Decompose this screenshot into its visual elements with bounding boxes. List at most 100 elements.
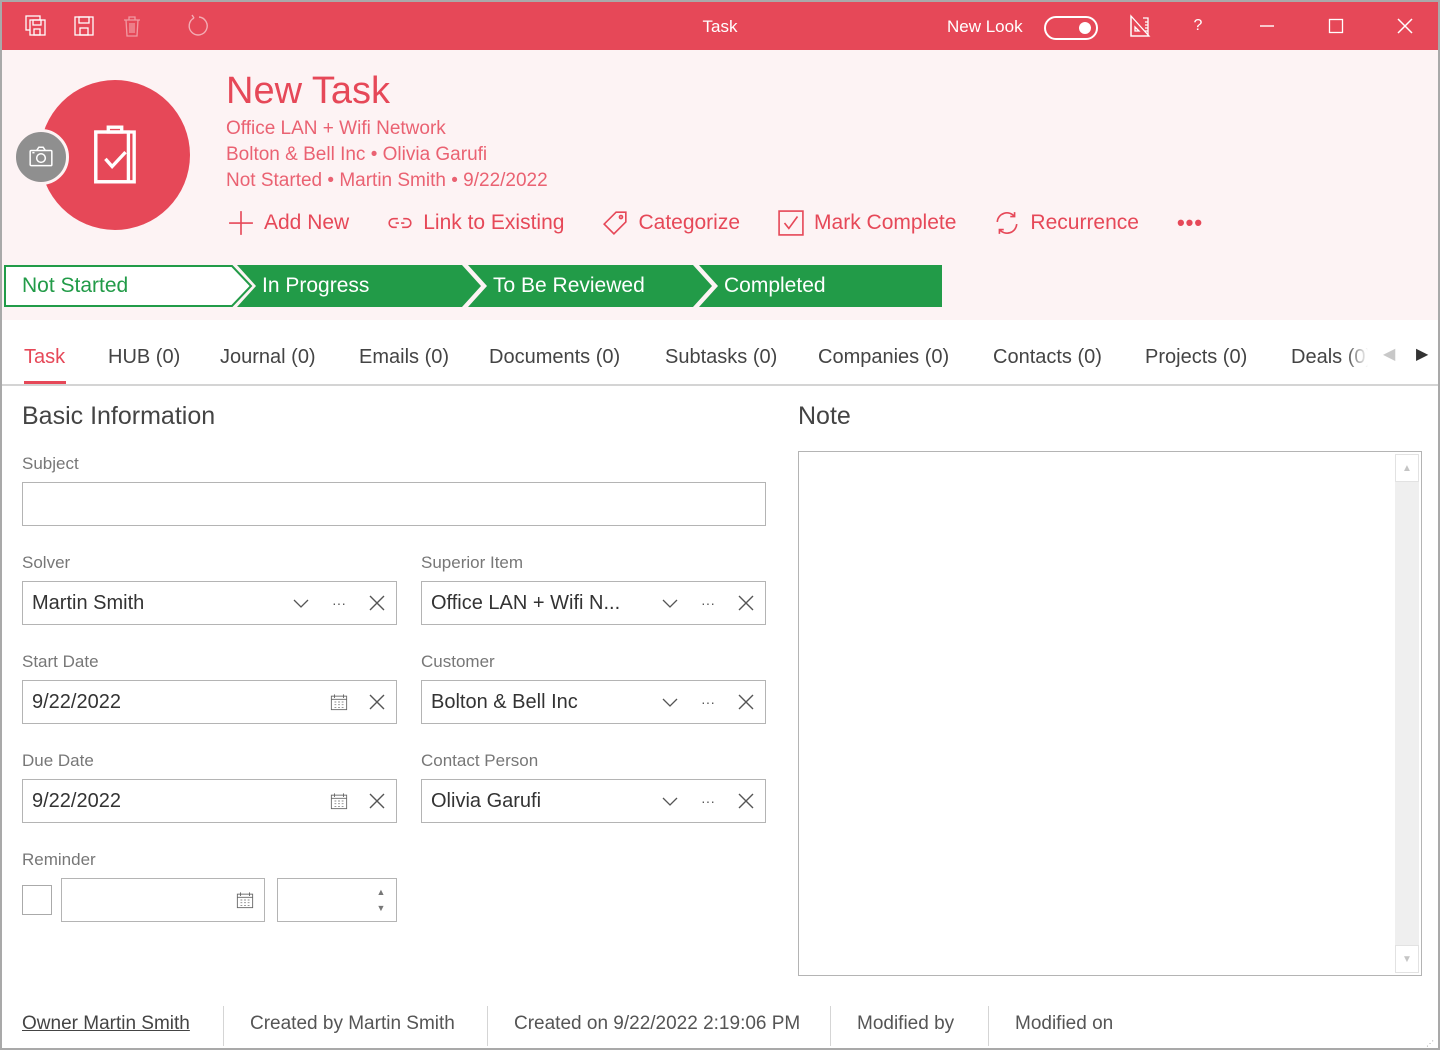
browse-ellipsis-icon[interactable]: ··· — [689, 582, 727, 624]
add-new-label: Add New — [264, 211, 350, 234]
contact-person-value: Olivia Garufi — [431, 789, 542, 812]
record-footer: Owner Martin Smith Created by Martin Smi… — [2, 1002, 1438, 1048]
task-window: Task New Look ? New Task Office LAN + Wi… — [0, 0, 1440, 1050]
chevron-down-icon[interactable] — [651, 681, 689, 723]
scroll-up-icon[interactable]: ▲ — [1395, 454, 1419, 482]
mark-complete-label: Mark Complete — [814, 211, 957, 234]
link-to-existing-button[interactable]: Link to Existing — [387, 210, 564, 236]
customer-label: Customer — [421, 652, 495, 671]
more-actions-button[interactable]: ••• — [1177, 210, 1203, 236]
new-look-toggle[interactable] — [1044, 16, 1098, 40]
refresh-icon[interactable] — [184, 12, 212, 40]
stage-completed[interactable]: Completed — [724, 265, 826, 307]
header-actions: Add New Link to Existing Categorize Mark… — [228, 210, 1203, 236]
superior-item-label: Superior Item — [421, 553, 524, 572]
footer-divider — [988, 1006, 989, 1046]
help-icon[interactable]: ? — [1178, 10, 1218, 42]
stepper-buttons: ▲ ▼ — [366, 884, 396, 916]
clear-icon[interactable] — [727, 780, 765, 822]
browse-ellipsis-icon[interactable]: ··· — [689, 681, 727, 723]
tag-icon — [603, 211, 628, 235]
solver-field[interactable]: Martin Smith ··· — [22, 581, 397, 625]
chevron-down-icon[interactable] — [282, 582, 320, 624]
scroll-down-icon[interactable]: ▼ — [1395, 945, 1419, 973]
ruler-triangle-icon[interactable] — [1120, 10, 1160, 42]
calendar-icon[interactable] — [320, 681, 358, 723]
owner-link[interactable]: Owner Martin Smith — [22, 1013, 190, 1035]
modified-on: Modified on — [1015, 1013, 1114, 1034]
due-date-value: 9/22/2022 — [32, 789, 121, 812]
record-header: New Task Office LAN + Wifi Network Bolto… — [2, 50, 1438, 320]
add-new-button[interactable]: Add New — [228, 210, 349, 236]
stage-not-started[interactable]: Not Started — [22, 265, 128, 307]
superior-item-field[interactable]: Office LAN + Wifi N... ··· — [421, 581, 766, 625]
created-on: Created on 9/22/2022 2:19:06 PM — [514, 1013, 801, 1034]
camera-icon — [29, 146, 53, 167]
calendar-icon[interactable] — [226, 879, 264, 921]
contact-person-field[interactable]: Olivia Garufi ··· — [421, 779, 766, 823]
customer-field[interactable]: Bolton & Bell Inc ··· — [421, 680, 766, 724]
project-link[interactable]: Office LAN + Wifi Network — [226, 118, 446, 140]
tab-projects[interactable]: Projects (0) — [1145, 346, 1247, 369]
tabs-scroll-left-icon[interactable]: ◀ — [1383, 344, 1395, 364]
tab-documents[interactable]: Documents (0) — [489, 346, 620, 369]
solver-label: Solver — [22, 553, 71, 572]
mark-complete-button[interactable]: Mark Complete — [778, 210, 956, 236]
stepper-down-icon[interactable]: ▼ — [377, 900, 386, 916]
recurrence-icon — [996, 212, 1018, 234]
tab-companies[interactable]: Companies (0) — [818, 346, 949, 369]
clear-icon[interactable] — [727, 582, 765, 624]
browse-ellipsis-icon[interactable]: ··· — [320, 582, 358, 624]
reminder-time-stepper[interactable]: ▲ ▼ — [277, 878, 397, 922]
tab-hub[interactable]: HUB (0) — [108, 346, 180, 369]
company-contact-line: Bolton & Bell Inc • Olivia Garufi — [226, 144, 488, 165]
calendar-icon[interactable] — [320, 780, 358, 822]
created-by: Created by Martin Smith — [250, 1013, 455, 1034]
tabs-scroll-right-icon[interactable]: ▶ — [1416, 344, 1428, 364]
maximize-icon[interactable] — [1316, 10, 1356, 42]
close-icon[interactable] — [1385, 10, 1425, 42]
resize-grip-icon[interactable]: ⋰ — [1426, 1039, 1434, 1048]
reminder-checkbox[interactable] — [22, 885, 52, 915]
due-date-field[interactable]: 9/22/2022 — [22, 779, 397, 823]
checkbox-icon — [778, 210, 804, 236]
categorize-label: Categorize — [638, 211, 741, 234]
title-bar: Task New Look ? — [2, 2, 1438, 50]
save-and-close-icon[interactable] — [22, 12, 50, 40]
clear-icon[interactable] — [727, 681, 765, 723]
plus-icon — [229, 211, 253, 235]
tab-emails[interactable]: Emails (0) — [359, 346, 449, 369]
recurrence-button[interactable]: Recurrence — [994, 210, 1139, 236]
subject-input[interactable] — [22, 482, 766, 526]
chevron-down-icon[interactable] — [651, 780, 689, 822]
change-photo-button[interactable] — [13, 129, 69, 185]
window-title: Task — [702, 17, 738, 36]
clear-icon[interactable] — [358, 780, 396, 822]
delete-icon[interactable] — [118, 12, 146, 40]
browse-ellipsis-icon[interactable]: ··· — [689, 780, 727, 822]
save-icon[interactable] — [70, 12, 98, 40]
tab-subtasks[interactable]: Subtasks (0) — [665, 346, 777, 369]
tab-journal[interactable]: Journal (0) — [220, 346, 316, 369]
tab-task[interactable]: Task — [24, 346, 65, 369]
clear-icon[interactable] — [358, 582, 396, 624]
new-look-label: New Look — [947, 17, 1023, 36]
start-date-field[interactable]: 9/22/2022 — [22, 680, 397, 724]
stage-in-progress[interactable]: In Progress — [262, 265, 369, 307]
tab-contacts[interactable]: Contacts (0) — [993, 346, 1102, 369]
stage-to-be-reviewed[interactable]: To Be Reviewed — [493, 265, 645, 307]
reminder-date-field[interactable] — [61, 878, 265, 922]
tab-fade — [1346, 320, 1368, 384]
note-textarea[interactable]: ▲ ▼ — [798, 451, 1422, 976]
clear-icon[interactable] — [358, 681, 396, 723]
tab-bar: Task HUB (0) Journal (0) Emails (0) Docu… — [2, 320, 1438, 386]
stepper-up-icon[interactable]: ▲ — [377, 884, 386, 900]
clipboard-check-icon — [94, 125, 136, 184]
minimize-icon[interactable] — [1247, 10, 1287, 42]
contact-person-label: Contact Person — [421, 751, 539, 770]
note-scrollbar[interactable]: ▲ ▼ — [1395, 454, 1419, 973]
recurrence-label: Recurrence — [1030, 211, 1139, 234]
reminder-label: Reminder — [22, 850, 96, 869]
categorize-button[interactable]: Categorize — [602, 210, 740, 236]
chevron-down-icon[interactable] — [651, 582, 689, 624]
